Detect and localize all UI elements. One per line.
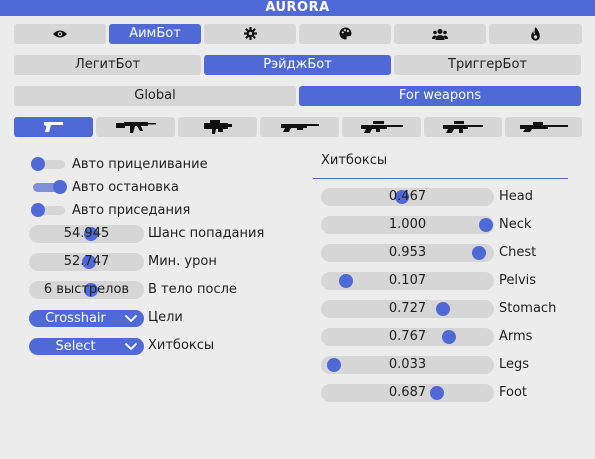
targets-dropdown-value: Crosshair [45,311,106,326]
chevron-down-icon [124,314,138,323]
hitboxes-dropdown[interactable]: Select [29,338,144,355]
weapon-tab-sniper[interactable] [342,117,421,137]
tab-triggerbot[interactable]: ТриггерБот [394,55,581,75]
hitbox-label-legs: Legs [499,357,530,372]
eye-icon [53,30,67,37]
hitbox-label-head: Head [499,189,533,204]
slider-label-min-damage: Мин. урон [148,254,217,269]
targets-label: Цели [148,310,183,325]
hitbox-slider-value: 0.033 [388,357,427,372]
hitbox-slider-value: 0.467 [388,189,427,204]
sniper-icon [360,120,403,133]
hitboxes-dropdown-value: Select [55,339,96,354]
toggle-label-auto-stop: Авто остановка [72,180,179,195]
slider-min-damage[interactable]: 52.747 [29,253,144,271]
tab-for-weapons[interactable]: For weapons [299,86,581,106]
hitbox-slider-stomach[interactable]: 0.727 [321,300,494,318]
hitbox-label-pelvis: Pelvis [499,273,537,288]
hitbox-slider-value: 1.000 [388,217,427,232]
weapon-tab-auto-sniper[interactable] [424,117,502,137]
weapon-tab-pistol[interactable] [14,117,93,137]
tab-legitbot[interactable]: ЛегитБот [14,55,201,75]
toggle-label-auto-aim: Авто прицеливание [72,157,208,172]
tab-aimbot[interactable]: АимБот [109,24,201,44]
weapon-tab-shotgun[interactable] [260,117,339,137]
hitbox-label-foot: Foot [499,385,528,400]
section-divider [313,178,568,179]
heavy-icon [203,119,232,134]
pistol-icon [43,121,63,132]
tab-visuals[interactable] [14,24,106,44]
slider-body-after[interactable]: 6 выстрелов [29,281,144,299]
toggle-auto-crouch[interactable] [31,203,67,217]
tab-ragebot[interactable]: РэйджБот [204,55,391,75]
tab-misc[interactable] [204,24,296,44]
tab-lua[interactable] [489,24,582,44]
hitbox-slider-value: 0.687 [388,385,427,400]
hitbox-slider-foot[interactable]: 0.687 [321,384,494,402]
shotgun-icon [280,123,319,132]
slider-label-body-after: В тело после [148,282,237,297]
hitbox-slider-head[interactable]: 0.467 [321,188,494,206]
scout-icon [519,121,568,132]
hitboxes-label: Хитбоксы [148,338,215,353]
window-title: AURORA [0,0,595,16]
hitbox-slider-value: 0.107 [388,273,427,288]
hitbox-slider-chest[interactable]: 0.953 [321,244,494,262]
toggle-auto-aim[interactable] [31,157,67,171]
toggle-label-auto-crouch: Авто приседания [72,203,191,218]
rifle-icon [115,121,156,133]
weapon-tab-rifle[interactable] [96,117,175,137]
hitbox-slider-legs[interactable]: 0.033 [321,356,494,374]
slider-value: 54.945 [63,226,110,241]
hitbox-label-arms: Arms [499,329,533,344]
gear-icon [243,27,257,40]
slider-hit-chance[interactable]: 54.945 [29,225,144,243]
hitbox-label-stomach: Stomach [499,301,557,316]
targets-dropdown[interactable]: Crosshair [29,310,144,327]
hitbox-slider-arms[interactable]: 0.767 [321,328,494,346]
hitboxes-section-title: Хитбоксы [321,153,388,168]
hitbox-slider-neck[interactable]: 1.000 [321,216,494,234]
weapon-tab-scout[interactable] [505,117,582,137]
toggle-auto-stop[interactable] [31,180,67,194]
weapon-tab-heavy[interactable] [178,117,257,137]
slider-label-hit-chance: Шанс попадания [148,226,265,241]
hitbox-slider-value: 0.767 [388,329,427,344]
auto-sniper-icon [443,120,483,133]
hitbox-slider-value: 0.953 [388,245,427,260]
slider-value: 6 выстрелов [43,282,130,297]
flame-icon [531,26,540,40]
hitbox-slider-pelvis[interactable]: 0.107 [321,272,494,290]
tab-skins[interactable] [299,24,391,44]
tab-players[interactable] [394,24,486,44]
chevron-down-icon [124,342,138,351]
hitbox-slider-value: 0.727 [388,301,427,316]
tab-global[interactable]: Global [14,86,296,106]
hitbox-label-neck: Neck [499,217,532,232]
slider-value: 52.747 [63,254,110,269]
palette-icon [339,27,351,40]
hitbox-label-chest: Chest [499,245,537,260]
users-icon [432,28,448,40]
